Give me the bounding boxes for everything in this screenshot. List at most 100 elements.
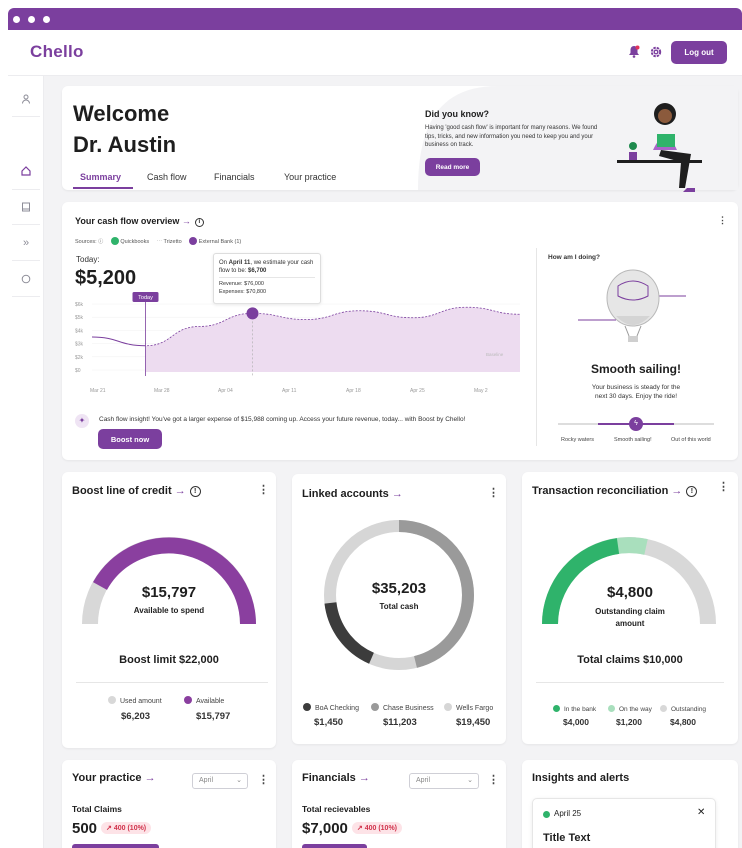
window-dot-icon: [13, 16, 20, 23]
divider: [76, 682, 268, 683]
kebab-menu-icon[interactable]: ⋮: [488, 775, 499, 786]
tab-your-practice[interactable]: Your practice: [284, 172, 336, 182]
user-icon[interactable]: [17, 90, 35, 108]
legend-used-value: $6,203: [121, 711, 151, 722]
logout-button[interactable]: Log out: [671, 41, 727, 64]
scale-out-of-world: Out of this world: [671, 437, 711, 443]
arrow-right-icon: →: [174, 485, 186, 497]
boost-now-button[interactable]: Boost now: [98, 429, 162, 449]
baseline-label: Baseline: [486, 352, 504, 357]
notification-bell-icon[interactable]: [628, 45, 640, 63]
practice-month-select[interactable]: April ⌄: [192, 773, 248, 789]
home-icon[interactable]: [17, 162, 35, 180]
alert-item[interactable]: April 25 ✕ Title Text: [532, 798, 716, 848]
reconciliation-card: Transaction reconciliation →! ⋮ $4,800 O…: [522, 472, 738, 744]
arrow-right-icon: →: [144, 772, 156, 784]
chevron-down-icon: ⌄: [236, 777, 242, 784]
x-tick-label: May 2: [474, 388, 488, 394]
cash-flow-title[interactable]: Your cash flow overview → i: [75, 216, 204, 227]
slider-handle-icon[interactable]: ϟ: [629, 417, 643, 431]
financials-metric: $7,000 ↗ 400 (10%): [302, 820, 402, 837]
today-label: Today:: [76, 255, 100, 264]
linked-accounts-card: Linked accounts → ⋮ $35,203 Total cash B…: [292, 474, 506, 744]
legend-available: Available: [184, 696, 224, 705]
welcome-title-line1: Welcome: [73, 101, 170, 126]
practice-metric: 500 ↗ 400 (10%): [72, 820, 152, 837]
chevron-down-icon: ⌄: [467, 777, 473, 784]
recon-total: Total claims $10,000: [577, 654, 683, 666]
kebab-menu-icon[interactable]: ⋮: [488, 488, 499, 499]
kebab-menu-icon[interactable]: ⋮: [718, 482, 729, 493]
quickbooks-icon: [110, 237, 119, 245]
status-dot-icon: [543, 811, 550, 818]
boost-card-title[interactable]: Boost line of credit →!: [72, 485, 201, 497]
financials-month-select[interactable]: April ⌄: [409, 773, 479, 789]
legend-wells-value: $19,450: [456, 717, 491, 728]
financials-metric-label: Total recievables: [302, 804, 371, 814]
legend-on-way-value: $1,200: [616, 717, 642, 727]
linked-card-title[interactable]: Linked accounts →: [302, 488, 403, 500]
legend-dot-icon: [184, 696, 192, 704]
legend-dot-icon: [553, 705, 560, 712]
scale-rocky: Rocky waters: [561, 437, 595, 443]
legend-chase: Chase Business: [371, 703, 434, 712]
tab-summary[interactable]: Summary: [80, 172, 121, 182]
alert-date: April 25: [554, 809, 582, 818]
info-icon[interactable]: i: [194, 218, 204, 227]
legend-wells: Wells Fargo: [444, 703, 493, 712]
legend-dot-icon: [108, 696, 116, 704]
welcome-title-line2: Dr. Austin: [73, 132, 177, 157]
cash-flow-chart: $6k $5k $4k $3k $2k $0 Mar 21 Mar 28 Apr 04 Apr 1…: [75, 292, 521, 394]
tab-active-underline: [73, 187, 133, 189]
financials-card-title[interactable]: Financials →: [302, 772, 370, 784]
window-dot-icon: [28, 16, 35, 23]
legend-dot-icon: [444, 703, 452, 711]
external-bank-icon: [189, 237, 198, 245]
status-slider[interactable]: ϟ: [558, 417, 714, 431]
source-quickbooks[interactable]: Quickbooks: [120, 239, 149, 245]
chat-icon[interactable]: [17, 270, 35, 288]
practice-action-button[interactable]: [72, 844, 159, 848]
source-trizetto[interactable]: Trizetto: [164, 239, 182, 245]
divider: [536, 682, 724, 683]
info-icon[interactable]: !: [189, 486, 201, 497]
legend-boa-value: $1,450: [314, 717, 344, 728]
financials-action-button[interactable]: [302, 844, 367, 848]
close-icon[interactable]: ✕: [697, 807, 705, 818]
sidebar: »: [8, 76, 44, 848]
settings-gear-icon[interactable]: [649, 45, 663, 64]
legend-chase-value: $11,203: [383, 717, 417, 728]
source-external-bank[interactable]: External Bank (1): [199, 239, 242, 245]
divider: [12, 116, 40, 117]
status-title: Smooth sailing!: [591, 362, 681, 376]
read-more-button[interactable]: Read more: [425, 158, 480, 176]
legend-boa: BoA Checking: [303, 703, 359, 712]
today-marker-label: Today: [138, 295, 153, 301]
kebab-menu-icon[interactable]: ⋮: [718, 216, 727, 225]
tab-cash-flow[interactable]: Cash flow: [147, 172, 187, 182]
x-tick-label: Apr 11: [282, 388, 297, 394]
trizetto-icon: ⋯: [156, 239, 163, 245]
boost-amount-label: Available to spend: [133, 606, 205, 615]
x-tick-label: Apr 25: [410, 388, 425, 394]
legend-dot-icon: [660, 705, 667, 712]
x-tick-label: Apr 18: [346, 388, 361, 394]
kebab-menu-icon[interactable]: ⋮: [258, 775, 269, 786]
linked-total-amount: $35,203: [371, 580, 427, 597]
arrow-right-icon: →: [391, 488, 403, 500]
tab-financials[interactable]: Financials: [214, 172, 255, 182]
chevrons-right-icon[interactable]: »: [17, 234, 35, 252]
kebab-menu-icon[interactable]: ⋮: [258, 485, 269, 496]
boost-amount: $15,797: [141, 584, 197, 601]
book-icon[interactable]: [17, 198, 35, 216]
cash-flow-card: Your cash flow overview → i ⋮ Sources: ⓘ …: [62, 202, 738, 460]
legend-outstanding-value: $4,800: [670, 717, 696, 727]
recon-card-title[interactable]: Transaction reconciliation →!: [532, 485, 698, 497]
info-icon[interactable]: !: [686, 486, 698, 497]
app-header: Chello Log out: [8, 30, 742, 76]
practice-card-title[interactable]: Your practice →: [72, 772, 156, 784]
divider: [12, 260, 40, 261]
app-logo[interactable]: Chello: [30, 42, 84, 62]
trend-badge: ↗ 400 (10%): [101, 822, 152, 834]
cash-flow-insight: Cash flow insight! You've got a larger e…: [99, 416, 466, 423]
